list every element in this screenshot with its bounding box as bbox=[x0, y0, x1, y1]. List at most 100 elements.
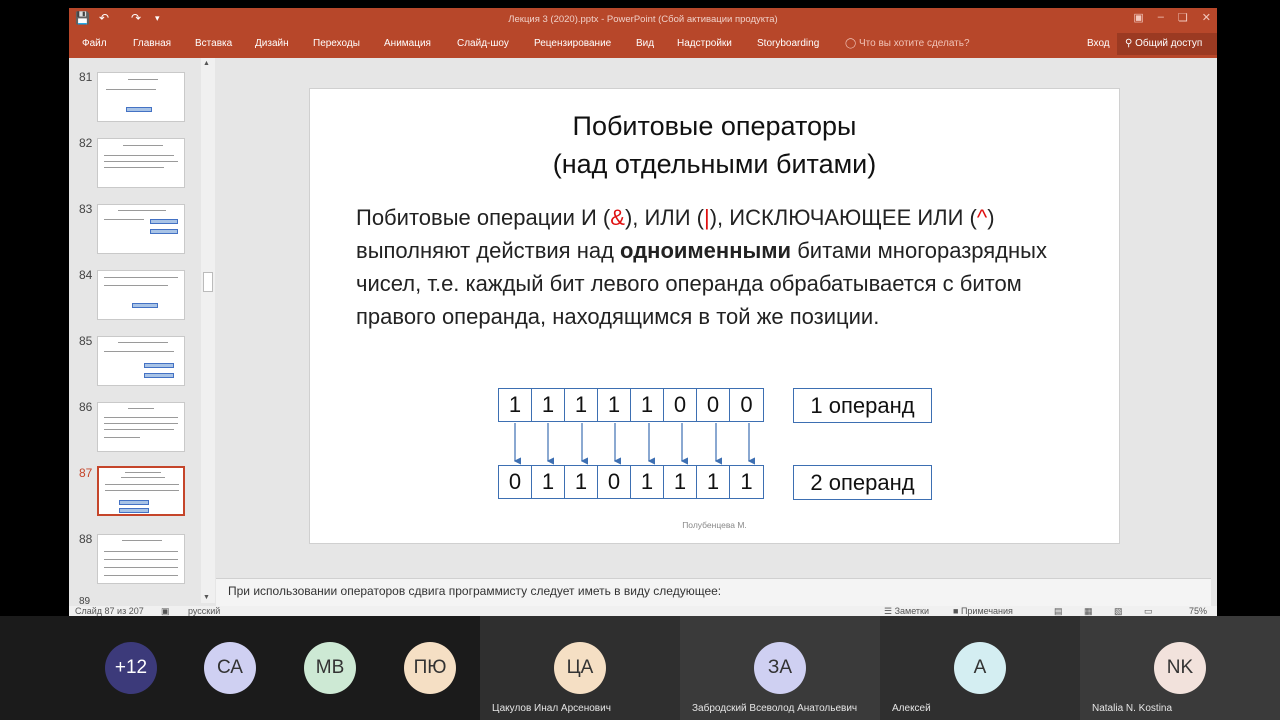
close-icon[interactable]: ✕ bbox=[1202, 11, 1211, 24]
slideshow-icon[interactable]: ▭ bbox=[1144, 606, 1153, 616]
notes-toggle[interactable]: ☰ Заметки bbox=[884, 606, 929, 616]
operand1-bit: 1 bbox=[631, 389, 664, 421]
operand2-bit: 1 bbox=[740, 469, 753, 494]
thumb-number: 86 bbox=[79, 400, 93, 414]
share-button[interactable]: ⚲ Общий доступ bbox=[1117, 33, 1217, 55]
participant-name: Алексей bbox=[892, 703, 931, 714]
participant-tile[interactable]: NK Natalia N. Kostina bbox=[1080, 616, 1280, 720]
window-title: Лекция 3 (2020).pptx - PowerPoint (Сбой … bbox=[508, 14, 778, 25]
participant-tile[interactable]: ЦА Цакулов Инал Арсенович bbox=[480, 616, 680, 720]
notes-pane[interactable]: При использовании операторов сдвига прог… bbox=[216, 578, 1211, 606]
operand2-bit: 0 bbox=[499, 466, 532, 498]
reading-view-icon[interactable]: ▧ bbox=[1114, 606, 1123, 616]
operand2-bit: 1 bbox=[631, 466, 664, 498]
lightbulb-icon: ◯ bbox=[845, 38, 857, 49]
spellcheck-icon[interactable]: ▣ bbox=[161, 606, 170, 616]
ribbon-options-icon[interactable]: ▣ bbox=[1133, 11, 1143, 24]
tab-insert[interactable]: Вставка bbox=[195, 38, 232, 49]
avatar: NK bbox=[1154, 642, 1206, 694]
slide-thumbnail-84[interactable] bbox=[97, 270, 185, 320]
zoom-level[interactable]: 75% bbox=[1189, 606, 1207, 616]
participant-tile[interactable]: +12 bbox=[80, 616, 180, 720]
tab-view[interactable]: Вид bbox=[636, 38, 654, 49]
participant-tile[interactable]: А Алексей bbox=[880, 616, 1080, 720]
ribbon-tabs: Файл Главная Вставка Дизайн Переходы Ани… bbox=[69, 30, 1217, 58]
slide-sorter-icon[interactable]: ▦ bbox=[1084, 606, 1093, 616]
operand2-bit: 1 bbox=[565, 466, 598, 498]
operand2-label: 2 операнд bbox=[793, 465, 932, 500]
operand1-bit: 0 bbox=[697, 389, 730, 421]
thumb-number: 83 bbox=[79, 202, 93, 216]
thumb-number: 85 bbox=[79, 334, 93, 348]
scroll-up-icon[interactable]: ▲ bbox=[203, 60, 210, 67]
thumb-number: 88 bbox=[79, 532, 93, 546]
signin-link[interactable]: Вход bbox=[1087, 38, 1110, 49]
tab-review[interactable]: Рецензирование bbox=[534, 38, 611, 49]
comments-toggle-label: Примечания bbox=[960, 606, 1013, 616]
language-indicator[interactable]: русский bbox=[188, 606, 220, 616]
participant-tile[interactable]: ЗА Забродский Всеволод Анатольевич bbox=[680, 616, 880, 720]
body-text: ), ИСКЛЮЧАЮЩЕЕ ИЛИ ( bbox=[709, 205, 977, 230]
participant-tile[interactable]: СА bbox=[180, 616, 280, 720]
slide-title: Побитовые операторы (над отдельными бита… bbox=[310, 107, 1119, 183]
slide-title-line-2: (над отдельными битами) bbox=[552, 149, 877, 179]
operand1-bit: 1 bbox=[565, 389, 598, 421]
scrollbar-thumb[interactable] bbox=[203, 272, 213, 292]
slide-canvas[interactable]: Побитовые операторы (над отдельными бита… bbox=[309, 88, 1120, 544]
avatar: МВ bbox=[304, 642, 356, 694]
slide-body-text: Побитовые операции И (&), ИЛИ (|), ИСКЛЮ… bbox=[356, 201, 1056, 333]
operand1-bit: 1 bbox=[532, 389, 565, 421]
participants-strip: +12 СА МВ ПЮ ЦА Цакулов Инал Арсенович З… bbox=[0, 616, 1280, 720]
operand1-bit: 1 bbox=[598, 389, 631, 421]
avatar: СА bbox=[204, 642, 256, 694]
powerpoint-window: 💾 ↶ ↷ ▾ Лекция 3 (2020).pptx - PowerPoin… bbox=[69, 8, 1217, 616]
avatar: +12 bbox=[105, 642, 157, 694]
slide-thumbnail-85[interactable] bbox=[97, 336, 185, 386]
maximize-icon[interactable]: ❏ bbox=[1178, 11, 1188, 24]
participant-name: Забродский Всеволод Анатольевич bbox=[692, 703, 858, 714]
tab-slideshow[interactable]: Слайд-шоу bbox=[457, 38, 509, 49]
participant-tile[interactable]: ПЮ bbox=[380, 616, 480, 720]
slide-counter: Слайд 87 из 207 bbox=[75, 606, 144, 616]
slide-thumbnail-83[interactable] bbox=[97, 204, 185, 254]
tab-addins[interactable]: Надстройки bbox=[677, 38, 732, 49]
tab-home[interactable]: Главная bbox=[133, 38, 171, 49]
normal-view-icon[interactable]: ▤ bbox=[1054, 606, 1063, 616]
operand1-bit: 0 bbox=[664, 389, 697, 421]
operand1-bit: 0 bbox=[740, 392, 753, 417]
person-icon: ⚲ bbox=[1125, 38, 1133, 49]
comments-toggle[interactable]: ■ Примечания bbox=[953, 606, 1013, 616]
notes-text: При использовании операторов сдвига прог… bbox=[228, 584, 722, 598]
tab-animation[interactable]: Анимация bbox=[384, 38, 431, 49]
scroll-down-icon[interactable]: ▼ bbox=[203, 594, 210, 601]
tab-file[interactable]: Файл bbox=[82, 38, 107, 49]
thumb-number: 84 bbox=[79, 268, 93, 282]
thumb-number: 81 bbox=[79, 70, 93, 84]
slide-thumbnail-87[interactable] bbox=[97, 466, 185, 516]
thumb-number: 82 bbox=[79, 136, 93, 150]
status-bar: Слайд 87 из 207 ▣ русский ☰ Заметки ■ Пр… bbox=[69, 606, 1217, 616]
participant-tile[interactable]: МВ bbox=[280, 616, 380, 720]
screen: 💾 ↶ ↷ ▾ Лекция 3 (2020).pptx - PowerPoin… bbox=[0, 0, 1280, 720]
slide-thumbnail-88[interactable] bbox=[97, 534, 185, 584]
slide-footer-author: Полубенцева М. bbox=[682, 520, 747, 530]
avatar: ЦА bbox=[554, 642, 606, 694]
participant-name: Natalia N. Kostina bbox=[1092, 703, 1173, 714]
slide-thumbnail-86[interactable] bbox=[97, 402, 185, 452]
tab-transitions[interactable]: Переходы bbox=[313, 38, 360, 49]
tab-design[interactable]: Дизайн bbox=[255, 38, 289, 49]
window-controls: ▣ – ❏ ✕ bbox=[1133, 11, 1211, 24]
body-text: ), ИЛИ ( bbox=[624, 205, 704, 230]
operand2-bits: 0 1 1 0 1 1 1 1 bbox=[498, 465, 764, 499]
minimize-icon[interactable]: – bbox=[1158, 11, 1164, 24]
avatar: ЗА bbox=[754, 642, 806, 694]
slide-thumbnail-82[interactable] bbox=[97, 138, 185, 188]
thumbnails-scrollbar[interactable]: ▲ ▼ bbox=[201, 58, 215, 603]
tell-me-box[interactable]: ◯ Что вы хотите сделать? bbox=[845, 38, 970, 49]
operand2-bit: 1 bbox=[697, 466, 730, 498]
operand2-bit: 1 bbox=[664, 466, 697, 498]
tab-storyboarding[interactable]: Storyboarding bbox=[757, 38, 819, 49]
slide-thumbnail-81[interactable] bbox=[97, 72, 185, 122]
operand2-bit: 0 bbox=[598, 466, 631, 498]
operand1-label: 1 операнд bbox=[793, 388, 932, 423]
